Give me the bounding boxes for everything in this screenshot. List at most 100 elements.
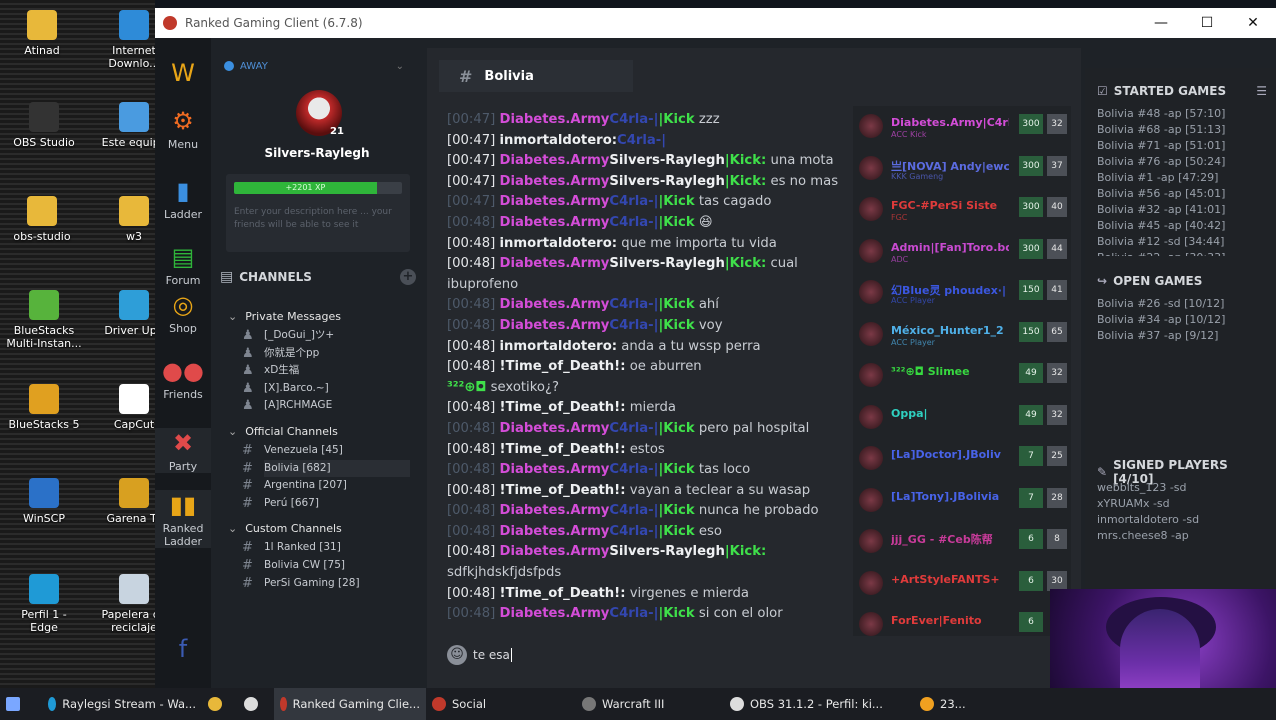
message-author[interactable]: Diabetes.Army [500, 297, 610, 312]
rail-forum[interactable]: ▤ Forum [155, 242, 211, 287]
started-game-item[interactable]: Bolivia #68 -ap [51:13] [1097, 122, 1276, 138]
private-message-item[interactable]: ♟ [_DoGui_]ツ+ [242, 327, 420, 345]
message-author[interactable]: Diabetes.Army [500, 256, 610, 271]
channel-group-header[interactable]: ⌄ Private Messages [228, 310, 420, 323]
message-author[interactable]: C4rla-| [609, 524, 658, 539]
message-author[interactable]: C4rla-| [609, 215, 658, 230]
player-row[interactable]: 亗[NOVA] Andy|ewc KKK Gameng 300 37 [853, 150, 1071, 186]
taskbar-item[interactable]: OBS 31.1.2 - Perfil: ki... [724, 688, 914, 720]
warcraft-logo-icon[interactable]: W [155, 58, 211, 90]
channel-item[interactable]: #1l Ranked [31] [242, 539, 420, 557]
message-author[interactable]: Silvers-Raylegh [609, 256, 724, 271]
message-author[interactable]: |Kick: [725, 174, 766, 189]
desktop-icon[interactable]: BlueStacks Multi-Instan... [6, 290, 82, 350]
message-author[interactable]: |Kick: [725, 153, 766, 168]
started-game-item[interactable]: Bolivia #12 -sd [34:44] [1097, 234, 1276, 250]
facebook-icon[interactable]: f [155, 634, 211, 666]
open-game-item[interactable]: Bolivia #26 -sd [10/12] [1097, 296, 1276, 312]
player-row[interactable]: ³²²⊕◘ Slimee 49 32 [853, 357, 1071, 393]
emoji-icon[interactable]: ☺ [447, 645, 467, 665]
player-row[interactable]: FGC-#​PerSi Siste FGC 300 40 [853, 191, 1071, 227]
message-author[interactable]: C4rla-| [609, 112, 658, 127]
player-row[interactable]: Admin|[Fan]Toro.bol ADC 300 44 [853, 233, 1071, 269]
player-row[interactable]: +ArtStyle​FANTS+ 6 30 [853, 565, 1071, 601]
message-author[interactable]: |Kick [658, 194, 694, 209]
desktop-icon[interactable]: Atinad [4, 10, 80, 57]
add-channel-icon[interactable]: + [400, 269, 416, 285]
player-row[interactable]: Oppa| 49 32 [853, 399, 1071, 435]
filter-icon[interactable]: ☰ [1256, 84, 1267, 98]
channel-item[interactable]: # Perú [667] [242, 495, 420, 513]
message-author[interactable]: C4rla-| [609, 297, 658, 312]
message-author[interactable]: Diabetes.Army [500, 421, 610, 436]
player-row[interactable]: [La]Tony].JBolivia 7 28 [853, 482, 1071, 518]
start-button[interactable] [0, 688, 42, 720]
message-author[interactable]: C4rla-| [609, 462, 658, 477]
started-game-item[interactable]: Bolivia #1 -ap [47:29] [1097, 170, 1276, 186]
message-author[interactable]: Diabetes.Army [500, 153, 610, 168]
private-message-item[interactable]: ♟ xD生福 [242, 362, 420, 380]
message-author[interactable]: inmortaldotero: [500, 339, 618, 354]
message-author[interactable]: Diabetes.Army [500, 112, 610, 127]
rail-ladder[interactable]: ▮ Ladder [155, 176, 211, 221]
message-author[interactable]: Silvers-Raylegh [609, 174, 724, 189]
desktop-icon[interactable]: BlueStacks 5 [6, 384, 82, 431]
message-author[interactable]: !Time_of_Death!: [500, 400, 626, 415]
rail-menu[interactable]: ⚙ Menu [155, 106, 211, 151]
folder-button[interactable] [202, 688, 238, 720]
message-author[interactable]: Diabetes.Army [500, 503, 610, 518]
message-author[interactable]: |Kick: [725, 256, 766, 271]
message-author[interactable]: inmortaldotero: [500, 236, 618, 251]
message-author[interactable]: C4rla-| [609, 606, 658, 621]
message-author[interactable]: Diabetes.Army [500, 462, 610, 477]
signed-player-item[interactable]: inmortaldotero -sd [1097, 512, 1276, 528]
channel-group-header[interactable]: ⌄ Official Channels [228, 425, 420, 438]
player-row[interactable]: jjj_GG - #Ceb​陈帮 6 8 [853, 523, 1071, 559]
message-author[interactable]: C4rla-| [609, 503, 658, 518]
open-game-item[interactable]: Bolivia #34 -ap [10/12] [1097, 312, 1276, 328]
taskbar-item[interactable]: Social [426, 688, 576, 720]
desktop-icon[interactable]: OBS Studio [6, 102, 82, 149]
message-author[interactable]: |Kick [658, 524, 694, 539]
message-author[interactable]: Diabetes.Army [500, 174, 610, 189]
message-author[interactable]: C4rla-| [617, 133, 666, 148]
message-author[interactable]: Silvers-Raylegh [609, 153, 724, 168]
message-author[interactable]: ³²²⊕◘ [447, 380, 486, 395]
message-author[interactable]: |Kick [658, 215, 694, 230]
description-input[interactable]: Enter your description here ... your fri… [234, 206, 404, 232]
message-author[interactable]: !Time_of_Death!: [500, 483, 626, 498]
rail-ranked-ladder[interactable]: ▮▮ Ranked Ladder [155, 490, 211, 548]
channel-item[interactable]: # PerSi Gaming [28] [242, 575, 420, 593]
rail-shop[interactable]: ◎ Shop [155, 290, 211, 335]
channel-item[interactable]: # Venezuela [45] [242, 442, 420, 460]
message-author[interactable]: C4rla-| [609, 421, 658, 436]
taskbar-item[interactable]: Warcraft III [576, 688, 724, 720]
signed-player-item[interactable]: xYRUAMx -sd [1097, 496, 1276, 512]
desktop-icon[interactable]: Perfil 1 - Edge [6, 574, 82, 634]
private-message-item[interactable]: ♟ [A]RCHMAGE [242, 397, 420, 415]
player-row[interactable]: 幻Blue灵 phoudex·| ACC Player 150 41 [853, 274, 1071, 310]
started-game-item[interactable]: Bolivia #22 -ap [30:33] [1097, 250, 1276, 256]
message-author[interactable]: !Time_of_Death!: [500, 586, 626, 601]
private-message-item[interactable]: ♟ 你就是个pp [242, 345, 420, 363]
message-author[interactable]: Diabetes.Army [500, 524, 610, 539]
message-author[interactable]: inmortaldotero: [500, 133, 618, 148]
channel-group-header[interactable]: ⌄ Custom Channels [228, 522, 420, 535]
started-game-item[interactable]: Bolivia #45 -ap [40:42] [1097, 218, 1276, 234]
maximize-button[interactable]: ☐ [1184, 8, 1230, 38]
desktop-icon[interactable]: WinSCP [6, 478, 82, 525]
started-game-item[interactable]: Bolivia #32 -ap [41:01] [1097, 202, 1276, 218]
rail-party[interactable]: ✖ Party [155, 428, 211, 473]
status-dropdown[interactable]: AWAY ⌄ [224, 58, 404, 74]
close-button[interactable]: ✕ [1230, 8, 1276, 38]
message-author[interactable]: |Kick [658, 606, 694, 621]
message-author[interactable]: !Time_of_Death!: [500, 359, 626, 374]
started-game-item[interactable]: Bolivia #76 -ap [50:24] [1097, 154, 1276, 170]
started-game-item[interactable]: Bolivia #56 -ap [45:01] [1097, 186, 1276, 202]
message-author[interactable]: Diabetes.Army [500, 318, 610, 333]
message-author[interactable]: |Kick: [725, 544, 766, 559]
message-author[interactable]: |Kick [658, 421, 694, 436]
tab-channel[interactable]: # Bolivia [439, 60, 633, 92]
channel-item[interactable]: # Bolivia [682] [242, 459, 410, 478]
taskbar-item[interactable]: Raylegsi Stream - Wa... [42, 688, 202, 720]
